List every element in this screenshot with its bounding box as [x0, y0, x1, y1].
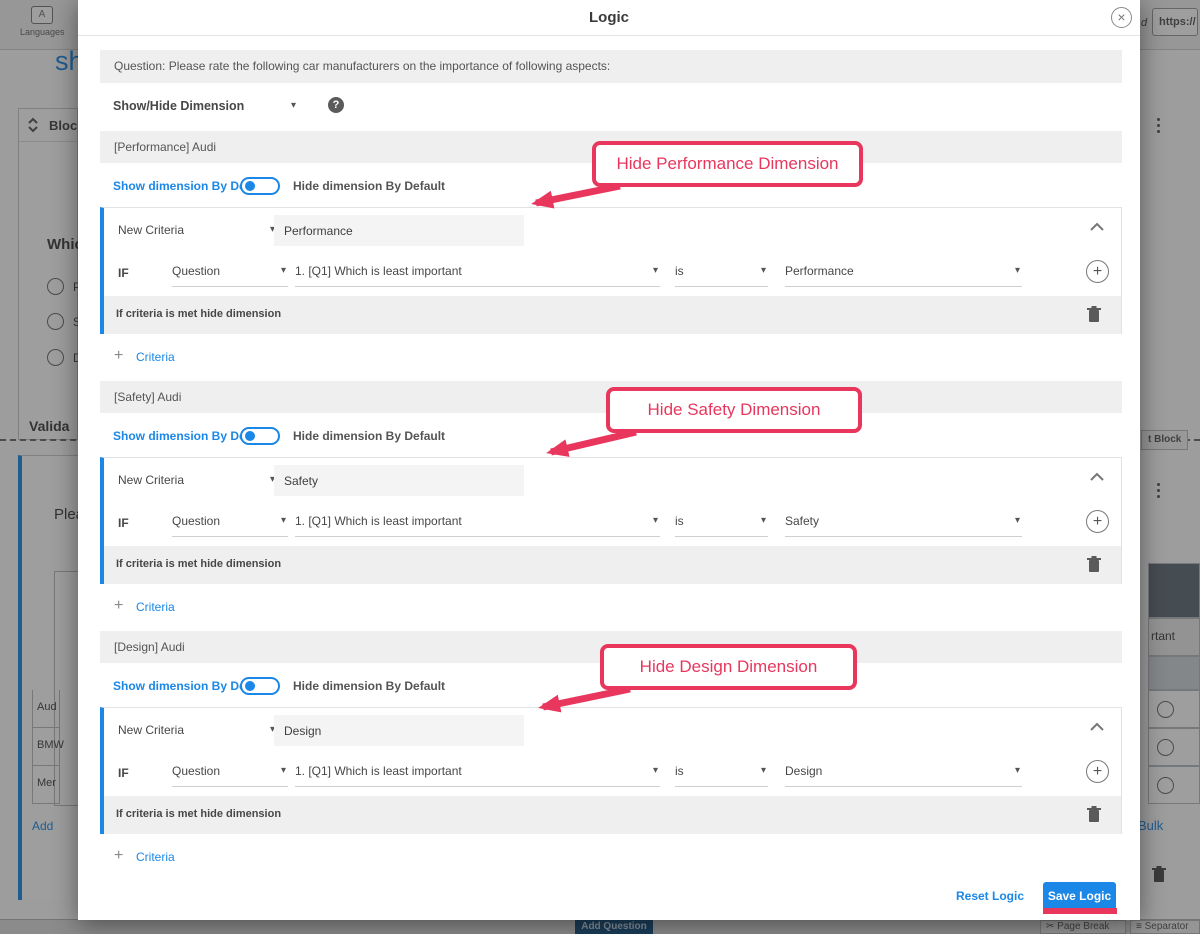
visibility-toggle[interactable]	[240, 177, 280, 195]
if-label: IF	[118, 516, 129, 530]
delete-criteria-icon[interactable]	[1087, 306, 1101, 323]
modal-header: Logic ×	[78, 0, 1140, 36]
chevron-down-icon: ▾	[281, 265, 286, 276]
add-criteria-label: Criteria	[136, 850, 175, 864]
screen: A Languages d https:// sho Bloc Whic P S	[0, 0, 1200, 934]
hide-by-default-label: Hide dimension By Default	[293, 179, 445, 193]
criteria-select[interactable]: New Criteria	[118, 723, 184, 737]
criteria-select[interactable]: New Criteria	[118, 473, 184, 487]
chevron-down-icon: ▾	[653, 765, 658, 776]
toggle-knob	[245, 431, 255, 441]
criteria-met-label: If criteria is met hide dimension	[116, 558, 281, 570]
operator-select[interactable]: is▾	[675, 510, 768, 537]
annotation-save-underline	[1043, 908, 1117, 914]
chevron-down-icon[interactable]: ▾	[291, 100, 296, 111]
criteria-met-label: If criteria is met hide dimension	[116, 308, 281, 320]
plus-icon: +	[114, 597, 123, 615]
modal-title: Logic	[78, 0, 1140, 36]
criteria-select[interactable]: New Criteria	[118, 223, 184, 237]
add-condition-icon[interactable]: +	[1086, 760, 1109, 783]
toggle-knob	[245, 681, 255, 691]
criteria-met-bar: If criteria is met hide dimension	[100, 546, 1121, 584]
annotation-hide-safety: Hide Safety Dimension	[606, 387, 862, 433]
chevron-down-icon: ▾	[653, 265, 658, 276]
condition-source-select[interactable]: Question▾	[172, 260, 288, 287]
logic-modal: Logic × Question: Please rate the follow…	[78, 0, 1140, 920]
condition-value-select[interactable]: Safety▾	[785, 510, 1022, 537]
plus-icon: +	[114, 347, 123, 365]
criteria-met-bar: If criteria is met hide dimension	[100, 296, 1121, 334]
criteria-name-input[interactable]	[274, 465, 524, 496]
condition-value-select[interactable]: Design▾	[785, 760, 1022, 787]
visibility-toggle[interactable]	[240, 427, 280, 445]
chevron-down-icon: ▾	[761, 515, 766, 526]
criteria-card: New Criteria ▾ IF Question▾ 1. [Q1] Whic…	[100, 707, 1122, 834]
condition-source-select[interactable]: Question▾	[172, 760, 288, 787]
criteria-card: New Criteria ▾ IF Question▾ 1. [Q1] Whic…	[100, 457, 1122, 584]
if-label: IF	[118, 766, 129, 780]
chevron-down-icon: ▾	[653, 515, 658, 526]
add-criteria-label: Criteria	[136, 600, 175, 614]
hide-by-default-label: Hide dimension By Default	[293, 429, 445, 443]
add-condition-icon[interactable]: +	[1086, 510, 1109, 533]
logic-type-select[interactable]: Show/Hide Dimension	[113, 99, 244, 113]
annotation-hide-performance: Hide Performance Dimension	[592, 141, 863, 187]
condition-source-select[interactable]: Question▾	[172, 510, 288, 537]
chevron-down-icon: ▾	[1015, 265, 1020, 276]
hide-by-default-label: Hide dimension By Default	[293, 679, 445, 693]
chevron-down-icon: ▾	[761, 265, 766, 276]
chevron-down-icon: ▾	[1015, 765, 1020, 776]
criteria-name-input[interactable]	[274, 715, 524, 746]
collapse-up-icon[interactable]	[1090, 722, 1104, 731]
save-logic-button[interactable]: Save Logic	[1043, 882, 1116, 910]
question-context-bar: Question: Please rate the following car …	[100, 50, 1122, 83]
help-icon[interactable]: ?	[328, 97, 344, 113]
collapse-up-icon[interactable]	[1090, 222, 1104, 231]
criteria-met-bar: If criteria is met hide dimension	[100, 796, 1121, 834]
condition-question-select[interactable]: 1. [Q1] Which is least important▾	[295, 260, 660, 287]
chevron-down-icon: ▾	[761, 765, 766, 776]
annotation-hide-design: Hide Design Dimension	[600, 644, 857, 690]
criteria-name-input[interactable]	[274, 215, 524, 246]
condition-question-select[interactable]: 1. [Q1] Which is least important▾	[295, 760, 660, 787]
visibility-toggle[interactable]	[240, 677, 280, 695]
delete-criteria-icon[interactable]	[1087, 806, 1101, 823]
chevron-down-icon: ▾	[281, 765, 286, 776]
criteria-met-label: If criteria is met hide dimension	[116, 808, 281, 820]
delete-criteria-icon[interactable]	[1087, 556, 1101, 573]
reset-logic-link[interactable]: Reset Logic	[956, 889, 1024, 903]
condition-question-select[interactable]: 1. [Q1] Which is least important▾	[295, 510, 660, 537]
operator-select[interactable]: is▾	[675, 260, 768, 287]
close-icon[interactable]: ×	[1111, 7, 1132, 28]
condition-value-select[interactable]: Performance▾	[785, 260, 1022, 287]
chevron-down-icon: ▾	[281, 515, 286, 526]
plus-icon: +	[114, 847, 123, 865]
if-label: IF	[118, 266, 129, 280]
add-criteria-label: Criteria	[136, 350, 175, 364]
operator-select[interactable]: is▾	[675, 760, 768, 787]
toggle-knob	[245, 181, 255, 191]
chevron-down-icon: ▾	[1015, 515, 1020, 526]
collapse-up-icon[interactable]	[1090, 472, 1104, 481]
criteria-card: New Criteria ▾ IF Question▾ 1. [Q1] Whic…	[100, 207, 1122, 334]
add-condition-icon[interactable]: +	[1086, 260, 1109, 283]
